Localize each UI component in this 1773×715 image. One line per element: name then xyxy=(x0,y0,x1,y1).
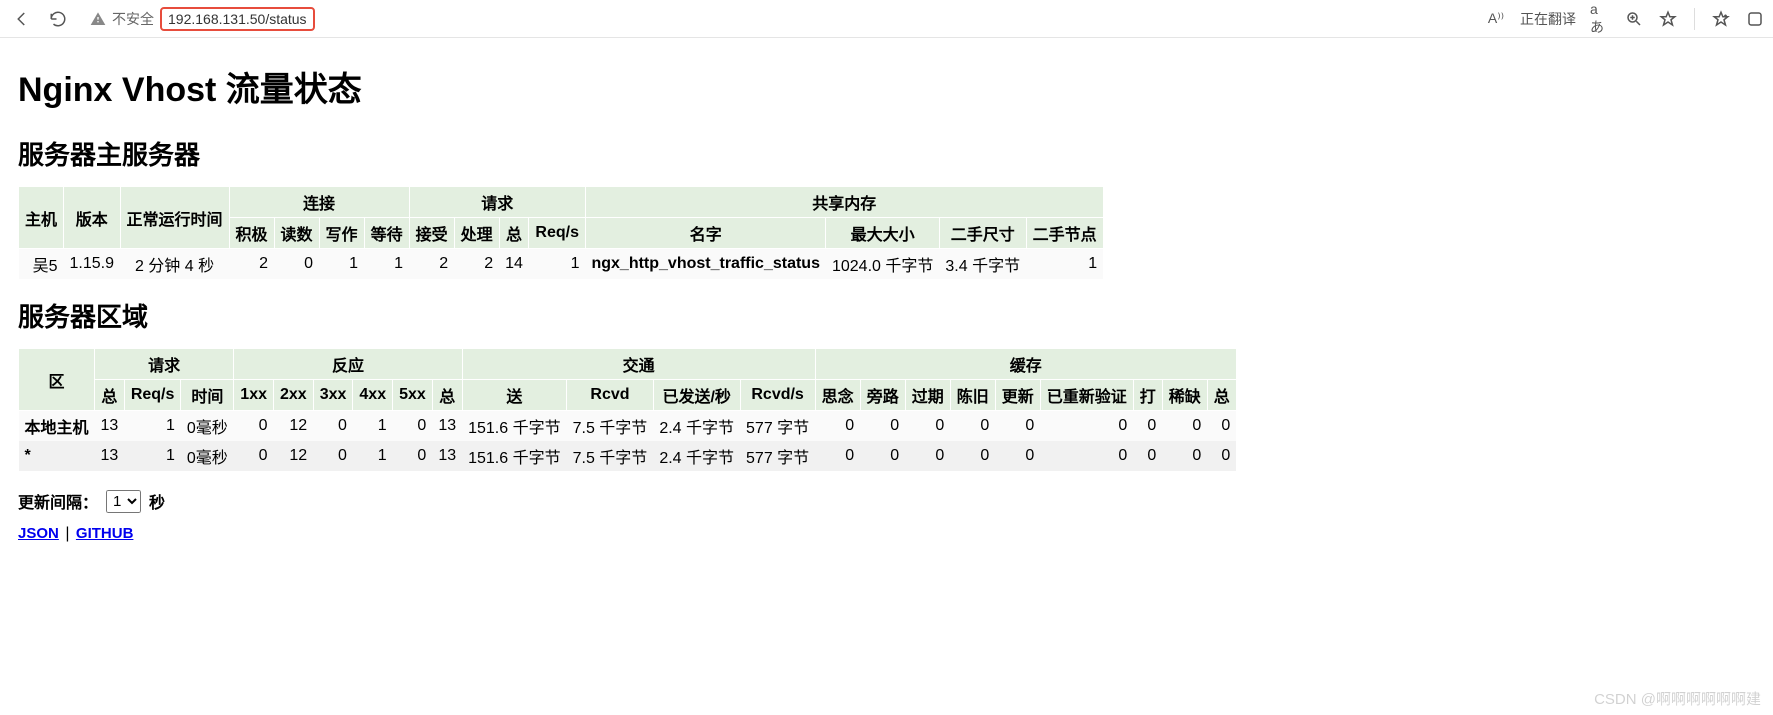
favorite-icon[interactable] xyxy=(1658,9,1678,29)
table-row: 本地主机1310毫秒01201013151.6 千字节7.5 千字节2.4 千字… xyxy=(19,411,1237,442)
footer-links: JSON | GITHUB xyxy=(18,525,1755,543)
th-zone: 区 xyxy=(19,349,95,411)
th-handled: 处理 xyxy=(454,218,499,249)
collections-icon[interactable] xyxy=(1711,9,1731,29)
server-zone-table: 区 请求 反应 交通 缓存 总 Req/s 时间 1xx 2xx 3xx 4xx… xyxy=(18,348,1237,471)
table-row: 吴5 1.15.9 2 分钟 4 秒 2 0 1 1 2 2 14 1 ngx_… xyxy=(19,249,1104,280)
translate-label[interactable]: 正在翻译 xyxy=(1520,9,1576,29)
separator xyxy=(1694,8,1695,30)
lang-icon[interactable]: aあ xyxy=(1590,9,1610,29)
page-title: Nginx Vhost 流量状态 xyxy=(18,62,1755,111)
back-button[interactable] xyxy=(8,5,36,33)
th-req: 请求 xyxy=(409,187,585,218)
th-usedsize: 二手尺寸 xyxy=(939,218,1026,249)
url-text: 192.168.131.50/status xyxy=(160,7,315,31)
th-name: 名字 xyxy=(585,218,826,249)
toolbar-right: A⁾⁾ 正在翻译 aあ xyxy=(1486,8,1765,30)
server-main-table: 主机 版本 正常运行时间 连接 请求 共享内存 积极 读数 写作 等待 接受 处… xyxy=(18,186,1104,279)
refresh-button[interactable] xyxy=(44,5,72,33)
watermark: CSDN @啊啊啊啊啊啊建 xyxy=(1594,688,1761,709)
th-zreq: 请求 xyxy=(95,349,234,380)
th-shm: 共享内存 xyxy=(585,187,1103,218)
security-label: 不安全 xyxy=(112,9,154,29)
th-reqs: Req/s xyxy=(529,218,586,249)
th-zcache: 缓存 xyxy=(815,349,1236,380)
update-interval-row: 更新间隔： 1 秒 xyxy=(18,489,1755,513)
page-content: Nginx Vhost 流量状态 服务器主服务器 主机 版本 正常运行时间 连接… xyxy=(0,38,1773,557)
th-writing: 写作 xyxy=(319,218,364,249)
browser-toolbar: 不安全 192.168.131.50/status A⁾⁾ 正在翻译 aあ xyxy=(0,0,1773,38)
app-icon[interactable] xyxy=(1745,9,1765,29)
th-waiting: 等待 xyxy=(364,218,409,249)
interval-label: 更新间隔： xyxy=(18,489,98,513)
th-max: 最大大小 xyxy=(826,218,939,249)
th-host: 主机 xyxy=(19,187,64,249)
th-accepted: 接受 xyxy=(409,218,454,249)
th-zresp: 反应 xyxy=(234,349,462,380)
link-json[interactable]: JSON xyxy=(18,525,59,542)
read-aloud-icon[interactable]: A⁾⁾ xyxy=(1486,9,1506,29)
warning-icon xyxy=(90,11,106,27)
link-github[interactable]: GITHUB xyxy=(76,525,134,542)
address-bar[interactable]: 不安全 192.168.131.50/status xyxy=(80,5,1478,33)
zoom-icon[interactable] xyxy=(1624,9,1644,29)
th-total: 总 xyxy=(499,218,529,249)
th-conn: 连接 xyxy=(229,187,409,218)
interval-select[interactable]: 1 xyxy=(106,490,141,513)
th-usednode: 二手节点 xyxy=(1026,218,1103,249)
section-server-zone: 服务器区域 xyxy=(18,297,1755,334)
interval-unit: 秒 xyxy=(149,489,165,513)
table-row: *1310毫秒01201013151.6 千字节7.5 千字节2.4 千字节57… xyxy=(19,441,1237,471)
link-separator: | xyxy=(65,525,69,542)
section-server-main: 服务器主服务器 xyxy=(18,135,1755,172)
th-reading: 读数 xyxy=(274,218,319,249)
th-active: 积极 xyxy=(229,218,274,249)
th-uptime: 正常运行时间 xyxy=(120,187,229,249)
th-version: 版本 xyxy=(64,187,120,249)
th-ztraffic: 交通 xyxy=(462,349,815,380)
